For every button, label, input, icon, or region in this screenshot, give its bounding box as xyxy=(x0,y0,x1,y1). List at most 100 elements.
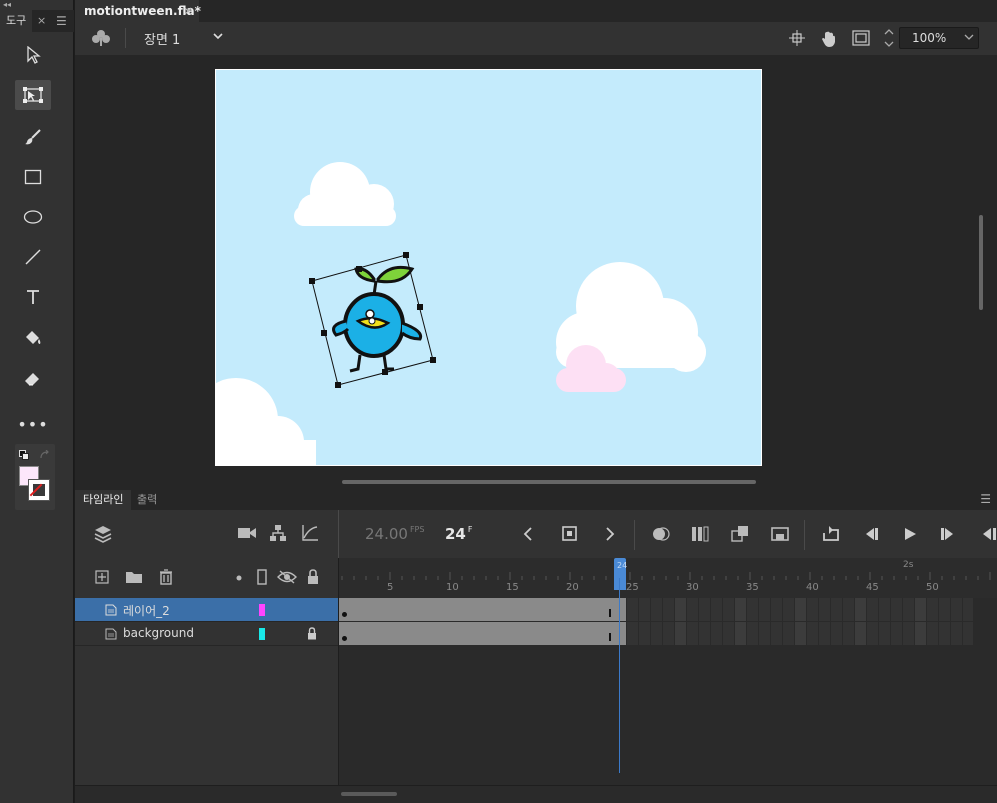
frame-cell[interactable] xyxy=(831,622,842,645)
frame-cell[interactable] xyxy=(795,622,806,645)
center-stage-icon[interactable] xyxy=(789,30,805,46)
frame-cell[interactable] xyxy=(903,622,914,645)
frame-cell[interactable] xyxy=(759,598,770,621)
frame-span[interactable] xyxy=(339,622,626,645)
paint-bucket-tool[interactable] xyxy=(15,323,51,353)
tools-tab[interactable]: 도구 xyxy=(0,10,32,32)
frame-cell[interactable] xyxy=(651,622,662,645)
empty-frames[interactable] xyxy=(626,598,973,621)
selection-tool[interactable] xyxy=(15,40,51,70)
layer-row-layer-2[interactable]: 레이어_2 xyxy=(75,598,338,622)
layer-color-swatch[interactable] xyxy=(259,604,265,616)
camera-icon[interactable] xyxy=(237,526,257,540)
frame-cell[interactable] xyxy=(675,598,686,621)
frame-cell[interactable] xyxy=(711,622,722,645)
panel-menu-icon[interactable]: ☰ xyxy=(980,492,991,506)
chevron-down-icon[interactable] xyxy=(212,31,224,41)
step-forward-icon[interactable] xyxy=(939,526,957,542)
new-layer-icon[interactable] xyxy=(95,570,109,584)
stage-horizontal-scrollbar[interactable] xyxy=(342,480,756,484)
layer-color-swatch[interactable] xyxy=(259,628,265,640)
panel-menu-icon[interactable]: ☰ xyxy=(56,14,67,28)
brush-tool[interactable] xyxy=(15,122,51,152)
layer-name[interactable]: 레이어_2 xyxy=(123,602,170,619)
frame-cell[interactable] xyxy=(723,622,734,645)
eraser-tool[interactable] xyxy=(15,363,51,393)
frame-cell[interactable] xyxy=(915,622,926,645)
frame-cell[interactable] xyxy=(963,598,973,621)
frame-cell[interactable] xyxy=(963,622,973,645)
default-colors-icon[interactable] xyxy=(19,450,29,460)
tools-tab-close-icon[interactable]: × xyxy=(37,14,46,27)
zoom-stepper-icon[interactable] xyxy=(883,27,895,49)
stage-canvas[interactable] xyxy=(215,69,762,466)
graph-easing-icon[interactable] xyxy=(301,524,319,542)
empty-frames[interactable] xyxy=(626,622,973,645)
frame-cell[interactable] xyxy=(927,598,938,621)
frame-cell[interactable] xyxy=(627,622,638,645)
delete-trash-icon[interactable] xyxy=(159,569,173,585)
frame-cell[interactable] xyxy=(675,622,686,645)
frame-cell[interactable] xyxy=(639,598,650,621)
frame-cell[interactable] xyxy=(903,598,914,621)
frame-cell[interactable] xyxy=(771,622,782,645)
frame-cell[interactable] xyxy=(687,622,698,645)
playhead-line[interactable] xyxy=(619,578,620,773)
lock-icon[interactable] xyxy=(307,627,317,640)
frame-rate-display[interactable]: 24.00 FPS xyxy=(365,525,424,543)
frame-cell[interactable] xyxy=(711,598,722,621)
frame-cell[interactable] xyxy=(807,598,818,621)
frame-cell[interactable] xyxy=(699,622,710,645)
zoom-dropdown-chevron-icon[interactable] xyxy=(964,33,974,41)
stage-vertical-scrollbar[interactable] xyxy=(979,215,983,310)
frame-cell[interactable] xyxy=(915,598,926,621)
hide-layers-eye-icon[interactable] xyxy=(277,570,297,584)
collapse-panel-icon[interactable]: ◂◂ xyxy=(3,0,11,9)
frame-cell[interactable] xyxy=(747,598,758,621)
frame-ruler[interactable]: 5 10 15 20 25 30 35 40 45 50 2s xyxy=(339,558,997,598)
loop-playback-icon[interactable] xyxy=(821,525,841,543)
frame-cell[interactable] xyxy=(879,622,890,645)
frame-cell[interactable] xyxy=(639,622,650,645)
close-tab-icon[interactable]: × xyxy=(183,0,193,22)
keyframe-dot[interactable] xyxy=(342,636,347,641)
line-tool[interactable] xyxy=(15,242,51,272)
timeline-horizontal-scrollbar[interactable] xyxy=(341,792,397,796)
swap-colors-icon[interactable] xyxy=(39,450,51,460)
frame-cell[interactable] xyxy=(831,598,842,621)
edit-multiple-frames-icon[interactable] xyxy=(731,525,749,543)
frame-cell[interactable] xyxy=(819,598,830,621)
frame-cell[interactable] xyxy=(939,598,950,621)
frame-row-background[interactable] xyxy=(339,622,973,646)
frame-cell[interactable] xyxy=(663,598,674,621)
next-keyframe-chevron-icon[interactable] xyxy=(605,526,615,542)
insert-keyframe-icon[interactable] xyxy=(561,525,579,543)
frame-cell[interactable] xyxy=(819,622,830,645)
more-tools-button[interactable]: ••• xyxy=(15,409,51,439)
frame-cell[interactable] xyxy=(735,622,746,645)
onion-skin-icon[interactable] xyxy=(651,525,671,543)
frame-cell[interactable] xyxy=(783,598,794,621)
go-to-end-icon[interactable] xyxy=(979,526,997,542)
step-back-icon[interactable] xyxy=(862,526,880,542)
frame-cell[interactable] xyxy=(723,598,734,621)
free-transform-bounding-box[interactable] xyxy=(309,252,436,388)
frame-grid[interactable] xyxy=(339,598,997,788)
frame-cell[interactable] xyxy=(663,622,674,645)
frame-cell[interactable] xyxy=(951,622,962,645)
frame-cell[interactable] xyxy=(795,598,806,621)
current-frame-display[interactable]: 24 F xyxy=(445,525,472,543)
oval-tool[interactable] xyxy=(15,202,51,232)
keyframe-dot[interactable] xyxy=(342,612,347,617)
frame-cell[interactable] xyxy=(939,622,950,645)
tab-output[interactable]: 출력 xyxy=(137,490,157,510)
frame-cell[interactable] xyxy=(747,622,758,645)
frame-cell[interactable] xyxy=(759,622,770,645)
frame-cell[interactable] xyxy=(855,598,866,621)
frame-span[interactable] xyxy=(339,598,626,621)
bird-character[interactable] xyxy=(332,265,423,373)
create-tween-icon[interactable] xyxy=(771,526,789,542)
text-tool[interactable] xyxy=(15,282,51,312)
clip-content-icon[interactable] xyxy=(852,30,870,46)
frame-cell[interactable] xyxy=(807,622,818,645)
